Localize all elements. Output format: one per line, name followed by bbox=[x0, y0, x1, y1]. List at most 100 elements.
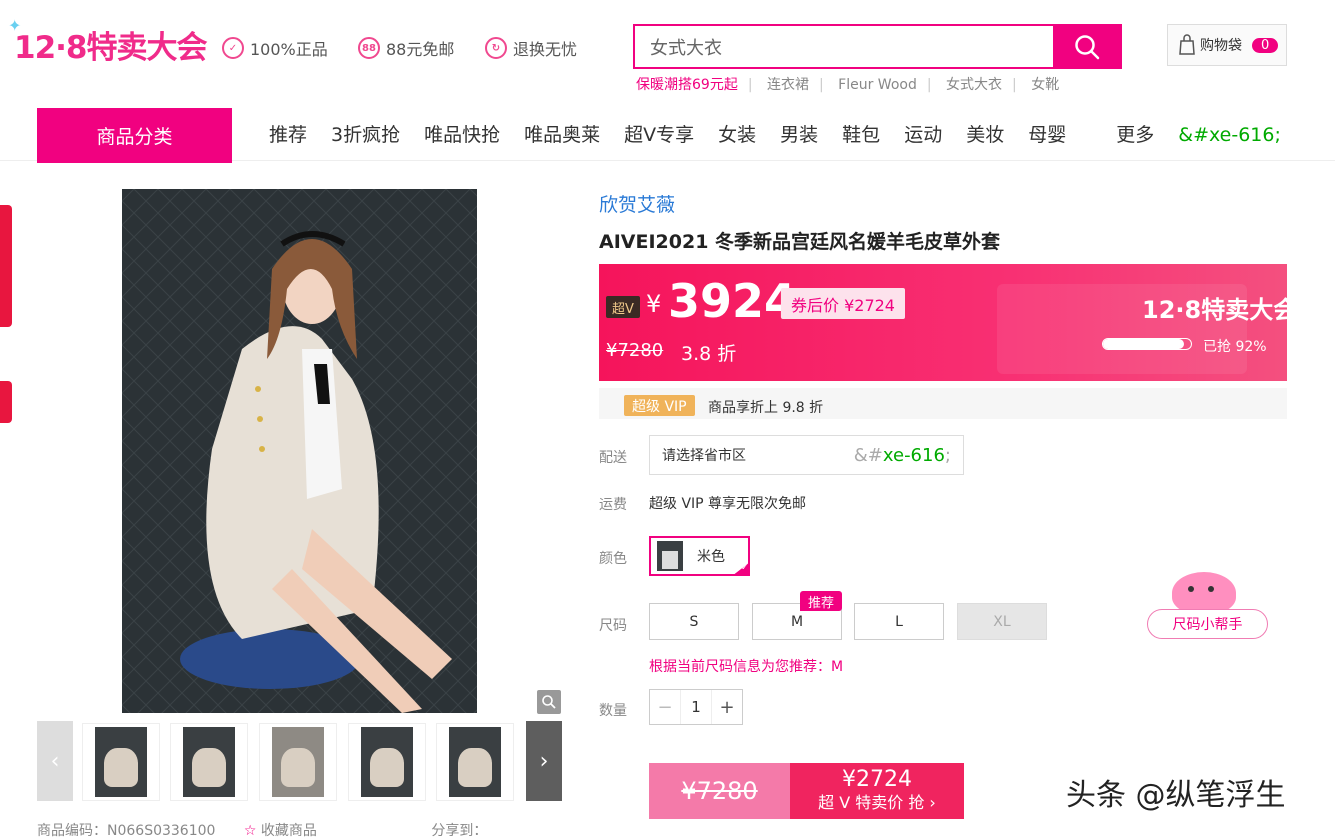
super-v-tag: 超V bbox=[606, 296, 640, 318]
buy-price: ¥2724 bbox=[842, 767, 912, 792]
size-option-s[interactable]: S bbox=[649, 603, 739, 640]
color-swatch-thumbnail bbox=[657, 541, 683, 571]
sparkle-icon: ✦ bbox=[8, 16, 21, 35]
category-menu-button[interactable]: 商品分类 bbox=[37, 108, 232, 163]
product-title: AIVEI2021 冬季新品宫廷风名媛羊毛皮草外套 bbox=[599, 231, 1001, 253]
hotword-link[interactable]: 保暖潮搭69元起 bbox=[636, 77, 738, 93]
recommended-tag: 推荐 bbox=[800, 591, 843, 611]
color-option-label: 米色 bbox=[697, 549, 725, 565]
quantity-label: 数量 bbox=[599, 703, 627, 719]
thumbnail[interactable] bbox=[348, 723, 426, 801]
cart-count-badge: 0 bbox=[1252, 37, 1279, 53]
thumb-next-button[interactable]: › bbox=[526, 721, 562, 801]
cart-button[interactable]: 购物袋 0 bbox=[1167, 24, 1287, 66]
return-exchange-icon: ↻ bbox=[485, 37, 507, 59]
search-input[interactable] bbox=[635, 26, 1053, 67]
mascot-illustration bbox=[1172, 572, 1236, 614]
nav-item[interactable]: 女装 bbox=[718, 120, 756, 147]
hotword-link[interactable]: 女式大衣 bbox=[946, 77, 1002, 93]
vip-discount-text: 商品享折上 9.8 折 bbox=[708, 400, 824, 416]
nav-item[interactable]: 母婴 bbox=[1028, 120, 1066, 147]
magnifier-icon bbox=[542, 695, 556, 709]
watermark: 头条 @纵笔浮生 bbox=[1066, 778, 1286, 813]
side-tab[interactable] bbox=[0, 205, 12, 327]
hotword-link[interactable]: 连衣裙 bbox=[767, 77, 809, 93]
search-icon bbox=[1074, 34, 1099, 59]
thumbnail[interactable] bbox=[82, 723, 160, 801]
nav-item[interactable]: 男装 bbox=[780, 120, 818, 147]
chevron-left-icon: ‹ bbox=[50, 748, 60, 774]
promise-authentic: ✓ 100%正品 bbox=[222, 36, 328, 60]
product-code: 商品编码：N066S0336100 bbox=[37, 823, 216, 839]
size-option-xl[interactable]: XL bbox=[957, 603, 1047, 640]
chevron-right-icon: › bbox=[539, 748, 549, 774]
free-shipping-88-icon: 88 bbox=[358, 37, 380, 59]
chevron-down-icon: &#xe-616; bbox=[1178, 124, 1281, 146]
nav-item[interactable]: 3折疯抢 bbox=[331, 120, 400, 147]
color-label: 颜色 bbox=[599, 551, 627, 567]
thumb-prev-button[interactable]: ‹ bbox=[37, 721, 73, 801]
original-price-button[interactable]: ¥7280 bbox=[649, 763, 790, 819]
sale-price: 3924 bbox=[668, 274, 797, 328]
nav-item[interactable]: 运动 bbox=[904, 120, 942, 147]
hotword-link[interactable]: 女靴 bbox=[1031, 77, 1059, 93]
thumbnail[interactable] bbox=[170, 723, 248, 801]
sold-percentage: 已抢 92% bbox=[1203, 339, 1267, 355]
product-main-image[interactable] bbox=[122, 189, 477, 713]
chevron-down-icon: &#xe-616; bbox=[853, 444, 951, 466]
site-logo[interactable]: ✦ 12·8特卖大会 bbox=[8, 16, 207, 67]
share-button[interactable]: 分享到： bbox=[431, 823, 487, 839]
zoom-button[interactable] bbox=[537, 690, 561, 714]
brand-link[interactable]: 欣贺艾薇 bbox=[599, 190, 675, 217]
cart-label: 购物袋 bbox=[1200, 38, 1242, 54]
quantity-increase-button[interactable]: + bbox=[711, 690, 742, 724]
hotword-link[interactable]: Fleur Wood bbox=[838, 77, 917, 93]
vip-strip bbox=[599, 388, 1287, 419]
delivery-label: 配送 bbox=[599, 450, 627, 466]
size-helper-button[interactable]: 尺码小帮手 bbox=[1147, 609, 1268, 639]
buy-now-button[interactable]: ¥2724 超 V 特卖价 抢 › bbox=[790, 763, 964, 819]
side-tab[interactable] bbox=[0, 381, 12, 423]
thumbnail[interactable] bbox=[436, 723, 514, 801]
thumbnail[interactable] bbox=[259, 723, 337, 801]
main-nav: 推荐 3折疯抢 唯品快抢 唯品奥莱 超V专享 女装 男装 鞋包 运动 美妆 母婴… bbox=[257, 120, 1305, 147]
search-bar bbox=[633, 24, 1122, 69]
original-price: ¥7280 bbox=[606, 340, 664, 361]
coupon-price-badge: 券后价 ¥2724 bbox=[781, 288, 905, 319]
nav-item[interactable]: 超V专享 bbox=[624, 120, 694, 147]
super-vip-badge: 超级 VIP bbox=[624, 395, 695, 416]
favorite-link[interactable]: 收藏商品 bbox=[261, 823, 317, 839]
sale-event-logo: 12·8特卖大会 bbox=[1142, 296, 1298, 324]
size-option-l[interactable]: L bbox=[854, 603, 944, 640]
check-icon: ✓ bbox=[732, 562, 750, 576]
nav-item[interactable]: 唯品快抢 bbox=[424, 120, 500, 147]
shipping-label: 运费 bbox=[599, 497, 627, 513]
quantity-decrease-button[interactable]: − bbox=[650, 690, 681, 724]
quantity-stepper: − 1 + bbox=[649, 689, 743, 725]
nav-item-more[interactable]: 更多 &#xe-616; bbox=[1104, 120, 1293, 147]
discount-label: 3.8 折 bbox=[681, 343, 737, 365]
currency-symbol: ¥ bbox=[646, 290, 662, 318]
search-button[interactable] bbox=[1053, 26, 1120, 67]
product-meta-row: 商品编码：N066S0336100 ☆ 收藏商品 分享到： bbox=[37, 820, 487, 840]
hot-search-words: 保暖潮搭69元起 | 连衣裙 | Fleur Wood | 女式大衣 | 女靴 bbox=[636, 77, 1060, 93]
color-option-selected[interactable]: 米色 ✓ bbox=[649, 536, 750, 576]
quantity-value[interactable]: 1 bbox=[681, 690, 711, 724]
promise-returns: ↻ 退换无忧 bbox=[485, 36, 577, 60]
shipping-info: 超级 VIP 尊享无限次免邮 bbox=[649, 496, 807, 512]
sold-progress-bar bbox=[1102, 338, 1192, 350]
buy-action-label: 超 V 特卖价 抢 › bbox=[818, 793, 936, 812]
nav-item[interactable]: 美妆 bbox=[966, 120, 1004, 147]
nav-item[interactable]: 唯品奥莱 bbox=[524, 120, 600, 147]
size-label: 尺码 bbox=[599, 618, 627, 634]
address-placeholder: 请选择省市区 bbox=[662, 448, 746, 464]
size-recommendation: 根据当前尺码信息为您推荐：M bbox=[649, 659, 844, 675]
promise-free-shipping: 88 88元免邮 bbox=[358, 36, 454, 60]
star-icon: ☆ bbox=[243, 823, 257, 839]
nav-item[interactable]: 推荐 bbox=[269, 120, 307, 147]
model-illustration bbox=[122, 189, 477, 713]
address-selector[interactable]: 请选择省市区 &#xe-616; bbox=[649, 435, 964, 475]
shield-check-icon: ✓ bbox=[222, 37, 244, 59]
shopping-bag-icon bbox=[1179, 34, 1195, 55]
nav-item[interactable]: 鞋包 bbox=[842, 120, 880, 147]
